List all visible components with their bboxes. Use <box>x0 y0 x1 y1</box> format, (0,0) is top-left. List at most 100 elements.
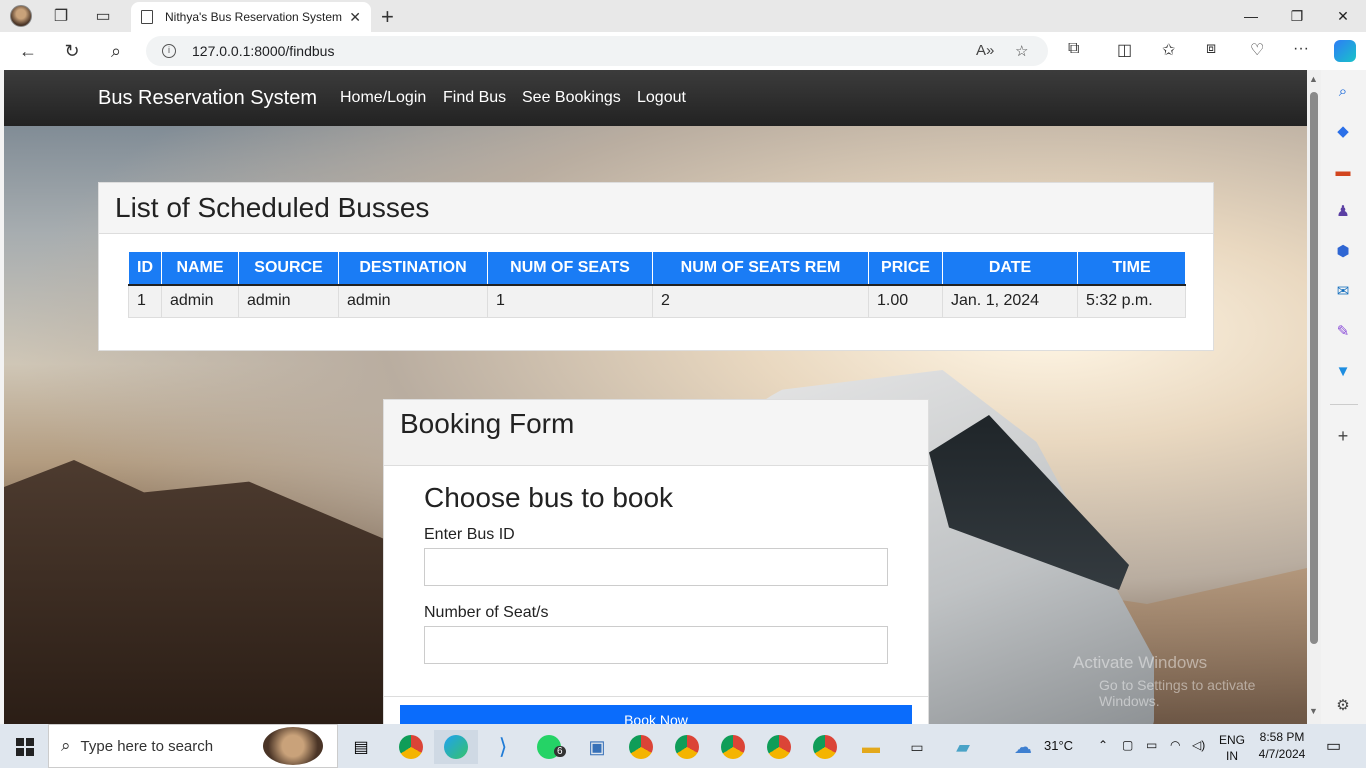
tab-actions-icon[interactable]: ▭ <box>82 0 124 32</box>
cell-destination: admin <box>338 284 488 318</box>
notepad-icon[interactable]: ▰ <box>948 730 978 764</box>
restore-icon[interactable]: ❐ <box>1274 0 1320 32</box>
taskbar-clock[interactable]: 8:58 PM 4/7/2024 <box>1252 729 1312 763</box>
scroll-down-icon[interactable]: ▼ <box>1309 706 1318 716</box>
sidebar-drop-icon[interactable]: ▼ <box>1333 362 1353 382</box>
wifi-icon[interactable]: ◠ <box>1170 738 1180 752</box>
form-divider <box>384 696 928 697</box>
search-placeholder: Type here to search <box>80 737 214 755</box>
bus-id-label: Enter Bus ID <box>424 526 515 543</box>
browser-tab[interactable]: Nithya's Bus Reservation System ✕ <box>131 2 371 32</box>
column-header: DESTINATION <box>338 251 488 286</box>
minimize-icon[interactable]: — <box>1228 0 1274 32</box>
nav-logout[interactable]: Logout <box>637 89 686 107</box>
edge-sidebar: ⌕ ◆ ▬ ♟ ⬢ ✉ ✎ ▼ + ⚙ <box>1321 70 1366 724</box>
volume-icon[interactable]: ◁) <box>1192 738 1205 752</box>
chrome-profile-icon[interactable] <box>810 730 840 764</box>
cell-name: admin <box>161 284 239 318</box>
schedule-panel: List of Scheduled Busses ID NAME SOURCE … <box>98 182 1214 351</box>
extensions-icon[interactable]: ⧉ <box>1068 40 1079 58</box>
search-icon[interactable]: ⌕ <box>96 32 136 70</box>
chrome-profile-icon[interactable] <box>764 730 794 764</box>
split-screen-icon[interactable]: ◫ <box>1117 40 1132 60</box>
column-header: PRICE <box>868 251 943 286</box>
booking-form-panel: Booking Form Choose bus to book Enter Bu… <box>383 399 929 724</box>
column-header: NAME <box>161 251 239 286</box>
column-header: SOURCE <box>238 251 339 286</box>
favorites-icon[interactable]: ✩ <box>1162 40 1175 60</box>
python-file-icon[interactable]: ▣ <box>582 730 612 764</box>
file-explorer-icon[interactable]: ▬ <box>856 730 886 764</box>
bus-id-input[interactable] <box>424 548 888 586</box>
region-code: IN <box>1226 749 1238 763</box>
browser-essentials-icon[interactable]: ♡ <box>1250 40 1264 60</box>
vscode-icon[interactable]: ⟩ <box>488 730 518 764</box>
activate-windows-hint: Go to Settings to activate Windows. <box>1099 677 1256 709</box>
collections-icon[interactable]: ⧈ <box>1206 40 1216 58</box>
site-info-icon[interactable]: i <box>162 44 176 58</box>
language-code: ENG <box>1219 733 1246 747</box>
favorite-star-icon[interactable]: ☆ <box>1015 42 1028 60</box>
table-row: 1 admin admin admin 1 2 1.00 Jan. 1, 202… <box>128 284 1186 318</box>
sidebar-microsoft365-icon[interactable]: ⬢ <box>1333 242 1353 262</box>
task-view-icon[interactable]: ▤ <box>346 730 376 764</box>
chrome-profile-icon[interactable] <box>626 730 656 764</box>
column-header: TIME <box>1077 251 1186 286</box>
notifications-icon[interactable]: ▭ <box>1326 736 1341 756</box>
profile-avatar-icon[interactable] <box>0 0 42 32</box>
show-hidden-icons-icon[interactable]: ⌃ <box>1098 738 1108 752</box>
chrome-profile-icon[interactable] <box>672 730 702 764</box>
scroll-up-icon[interactable]: ▲ <box>1309 74 1318 84</box>
sidebar-tools-icon[interactable]: ▬ <box>1333 162 1353 182</box>
site-brand[interactable]: Bus Reservation System <box>98 87 317 110</box>
close-tab-icon[interactable]: ✕ <box>349 9 361 26</box>
whatsapp-icon[interactable]: 6 <box>534 730 566 764</box>
url-field[interactable]: i 127.0.0.1:8000/findbus A» ☆ <box>146 36 1048 66</box>
sidebar-add-icon[interactable]: + <box>1333 426 1353 446</box>
chrome-icon[interactable] <box>396 730 426 764</box>
web-page: Bus Reservation System Home/Login Find B… <box>4 70 1307 724</box>
sidebar-games-icon[interactable]: ♟ <box>1333 202 1353 222</box>
cell-num-seats-rem: 2 <box>652 284 869 318</box>
scroll-thumb[interactable] <box>1310 92 1318 644</box>
cell-time: 5:32 p.m. <box>1077 284 1186 318</box>
column-header: NUM OF SEATS <box>487 251 653 286</box>
column-header: DATE <box>942 251 1078 286</box>
nav-see-bookings[interactable]: See Bookings <box>522 89 621 107</box>
start-button[interactable] <box>10 730 40 764</box>
read-aloud-icon[interactable]: A» <box>976 42 994 59</box>
sidebar-outlook-icon[interactable]: ✉ <box>1333 282 1353 302</box>
language-indicator[interactable]: ENG IN <box>1219 732 1245 764</box>
close-window-icon[interactable]: ✕ <box>1320 0 1366 32</box>
whatsapp-badge: 6 <box>554 746 566 757</box>
page-scrollbar[interactable]: ▲ ▼ <box>1307 70 1321 724</box>
nav-home-login[interactable]: Home/Login <box>340 89 426 107</box>
activate-windows-watermark: Activate Windows <box>1073 653 1208 672</box>
terminal-icon[interactable]: ▭ <box>902 730 932 764</box>
weather-temperature[interactable]: 31°C <box>1044 738 1073 753</box>
seats-label: Number of Seat/s <box>424 604 549 621</box>
meet-now-icon[interactable]: ▢ <box>1122 738 1133 752</box>
sidebar-designer-icon[interactable]: ✎ <box>1333 322 1353 342</box>
new-tab-icon[interactable]: + <box>381 4 394 30</box>
column-header: ID <box>128 251 162 286</box>
nav-find-bus[interactable]: Find Bus <box>443 89 506 107</box>
taskbar-search-box[interactable]: ⌕ Type here to search <box>48 724 338 768</box>
book-now-button[interactable]: Book Now <box>400 705 912 724</box>
tab-title: Nithya's Bus Reservation System <box>165 10 343 24</box>
sidebar-shopping-icon[interactable]: ◆ <box>1333 122 1353 142</box>
chrome-profile-icon[interactable] <box>718 730 748 764</box>
edge-taskbar-icon[interactable] <box>434 730 478 764</box>
site-navbar: Bus Reservation System Home/Login Find B… <box>4 70 1307 126</box>
refresh-icon[interactable]: ↻ <box>52 32 92 70</box>
bus-schedule-table: ID NAME SOURCE DESTINATION NUM OF SEATS … <box>128 251 1186 318</box>
battery-icon[interactable]: ▭ <box>1146 738 1157 752</box>
sidebar-search-icon[interactable]: ⌕ <box>1333 82 1353 102</box>
workspaces-icon[interactable]: ❐ <box>40 0 82 32</box>
back-icon[interactable]: ← <box>8 32 48 70</box>
sidebar-settings-icon[interactable]: ⚙ <box>1333 696 1353 716</box>
seats-input[interactable] <box>424 626 888 664</box>
weather-cloud-icon[interactable]: ☁ <box>1008 730 1038 764</box>
more-menu-icon[interactable]: ··· <box>1293 40 1309 58</box>
copilot-icon[interactable] <box>1334 40 1356 62</box>
